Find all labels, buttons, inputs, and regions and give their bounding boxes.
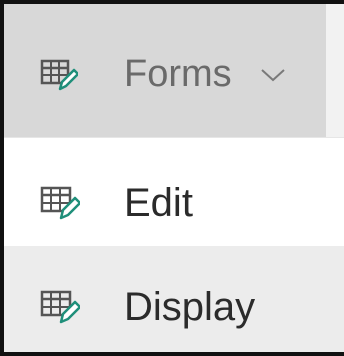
form-table-edit-icon bbox=[40, 182, 80, 222]
command-bar: Forms bbox=[4, 4, 344, 137]
forms-menu-window: Forms Edit Display bbox=[0, 0, 344, 356]
forms-dropdown-menu: Edit Display bbox=[4, 137, 344, 352]
menu-item-display[interactable]: Display bbox=[4, 246, 344, 352]
chevron-down-icon bbox=[259, 65, 287, 85]
forms-dropdown-button[interactable]: Forms bbox=[4, 4, 326, 137]
menu-item-label: Display bbox=[124, 285, 256, 329]
menu-item-label: Edit bbox=[124, 181, 193, 225]
forms-label: Forms bbox=[124, 53, 232, 95]
menu-item-edit[interactable]: Edit bbox=[4, 138, 344, 240]
form-table-edit-icon bbox=[40, 55, 78, 93]
form-table-edit-icon bbox=[40, 286, 80, 326]
